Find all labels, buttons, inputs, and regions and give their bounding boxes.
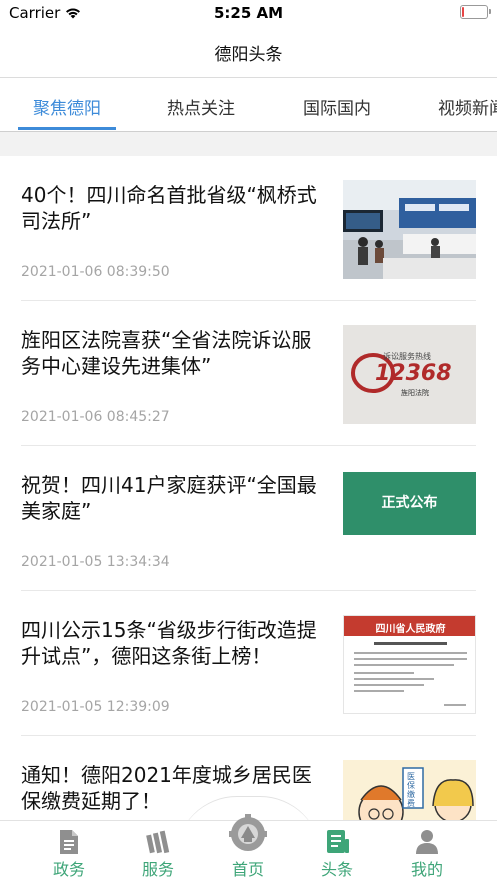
category-tabs: 聚焦德阳 热点关注 国际国内 视频新闻 — [0, 78, 497, 132]
tabbar-label: 首页 — [231, 860, 264, 879]
news-thumbnail — [343, 180, 476, 279]
news-timestamp: 2021-01-06 08:45:27 — [21, 409, 170, 425]
section-spacer — [0, 132, 497, 156]
tab-video-news[interactable]: 视频新闻 — [438, 94, 497, 119]
news-timestamp: 2021-01-06 08:39:50 — [21, 264, 170, 280]
tab-focus-deyang[interactable]: 聚焦德阳 — [33, 94, 101, 119]
news-title: 四川公示15条“省级步行街改造提升试点”，德阳这条街上榜！ — [21, 618, 317, 668]
news-item[interactable]: 40个！四川命名首批省级“枫桥式司法所” 2021-01-06 08:39:50 — [0, 156, 497, 301]
insurance-label: 医保缴费 — [407, 772, 415, 808]
news-title: 40个！四川命名首批省级“枫桥式司法所” — [21, 183, 317, 233]
news-title: 旌阳区法院喜获“全省法院诉讼服务中心建设先进集体” — [21, 328, 312, 378]
tab-international-domestic[interactable]: 国际国内 — [303, 94, 371, 119]
tabbar-label: 我的 — [410, 860, 443, 879]
books-icon — [146, 830, 170, 854]
tab-hot-topics[interactable]: 热点关注 — [167, 94, 235, 119]
person-icon — [416, 830, 438, 854]
status-time: 5:25 AM — [213, 4, 284, 22]
tabbar-label: 头条 — [320, 860, 353, 879]
news-thumbnail: 四川省人民政府 — [343, 615, 476, 714]
news-thumbnail: 正式公布 — [343, 472, 476, 535]
court-caption: 旌阳法院 — [401, 389, 429, 397]
status-bar: Carrier 5:25 AM — [0, 0, 497, 26]
news-icon — [327, 830, 349, 853]
home-gear-icon — [229, 814, 267, 851]
news-timestamp: 2021-01-05 12:39:09 — [21, 699, 170, 715]
tabbar-label: 政务 — [52, 860, 85, 879]
active-tab-indicator — [18, 127, 116, 130]
news-item[interactable]: 四川公示15条“省级步行街改造提升试点”，德阳这条街上榜！ 2021-01-05… — [0, 591, 497, 736]
news-item[interactable]: 祝贺！四川41户家庭获评“全国最美家庭” 2021-01-05 13:34:34… — [0, 446, 497, 591]
announcement-label: 正式公布 — [381, 495, 438, 511]
battery-icon — [460, 5, 491, 19]
page-title: 德阳头条 — [214, 45, 283, 65]
news-timestamp: 2021-01-05 13:34:34 — [21, 554, 170, 570]
document-icon — [60, 830, 78, 854]
tabbar-label: 服务 — [141, 860, 174, 879]
hotline-number: 12368 — [375, 361, 452, 386]
news-item[interactable]: 旌阳区法院喜获“全省法院诉讼服务中心建设先进集体” 2021-01-06 08:… — [0, 301, 497, 446]
news-thumbnail: 诉讼服务热线 12368 旌阳法院 — [343, 325, 476, 424]
news-title: 祝贺！四川41户家庭获评“全国最美家庭” — [21, 473, 317, 523]
